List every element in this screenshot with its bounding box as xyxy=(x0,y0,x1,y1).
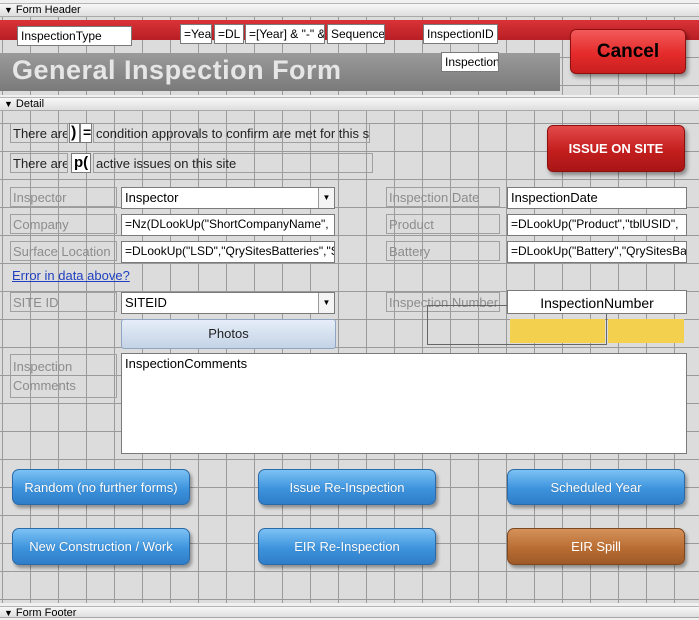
form-header-section-bar[interactable]: ▼ Form Header xyxy=(0,3,699,17)
random-button[interactable]: Random (no further forms) xyxy=(12,469,190,505)
form-header-label: Form Header xyxy=(15,4,81,16)
inspection-date-field[interactable]: InspectionDate xyxy=(507,187,687,209)
status-highlight-left xyxy=(510,319,605,343)
collapse-arrow-icon: ▼ xyxy=(4,5,13,15)
approvals-equals-field[interactable]: = xyxy=(80,123,92,143)
approvals-prefix-label: There are xyxy=(10,123,68,143)
form-footer-section-bar[interactable]: ▼ Form Footer xyxy=(0,606,699,619)
company-field[interactable]: =Nz(DLookUp("ShortCompanyName", xyxy=(121,214,335,236)
eir-spill-button[interactable]: EIR Spill xyxy=(507,528,685,565)
collapse-arrow-icon: ▼ xyxy=(4,99,13,109)
comments-label-line2: Comments xyxy=(13,378,76,393)
product-field[interactable]: =DLookUp("Product","tblUSID", xyxy=(507,214,687,236)
surface-location-label: Surface Location xyxy=(10,241,117,261)
issues-prefix-label: There are xyxy=(10,153,68,173)
error-in-data-link[interactable]: Error in data above? xyxy=(12,268,130,283)
inspection-date-label: Inspection Date xyxy=(386,187,500,207)
status-highlight-right xyxy=(608,319,684,343)
detail-section-bar[interactable]: ▼ Detail xyxy=(0,97,699,111)
inspector-combo[interactable]: Inspector ▼ xyxy=(121,187,335,209)
issue-on-site-button[interactable]: ISSUE ON SITE xyxy=(547,125,685,172)
battery-label: Battery xyxy=(386,241,500,261)
surface-location-field[interactable]: =DLookUp("LSD","QrySitesBatteries","S xyxy=(121,241,335,263)
scheduled-year-button[interactable]: Scheduled Year xyxy=(507,469,685,505)
new-construction-button[interactable]: New Construction / Work xyxy=(12,528,190,565)
siteid-value: SITEID xyxy=(125,295,167,310)
form-footer-label: Form Footer xyxy=(15,607,77,619)
battery-field[interactable]: =DLookUp("Battery","QrySitesBa xyxy=(507,241,687,263)
comments-label-line1: Inspection xyxy=(13,359,73,374)
company-label: Company xyxy=(10,214,117,234)
inspector-label: Inspector xyxy=(10,187,117,207)
collapse-arrow-icon: ▼ xyxy=(4,608,13,618)
siteid-label: SITE ID xyxy=(10,292,117,312)
approvals-count-field[interactable]: ) xyxy=(69,123,80,143)
inspection-id-field[interactable]: InspectionID xyxy=(423,24,498,44)
inspection-comments-field[interactable]: InspectionComments xyxy=(121,353,687,454)
inspection-field[interactable]: Inspection xyxy=(441,52,499,72)
sequence-field[interactable]: Sequence xyxy=(327,24,385,44)
cancel-button[interactable]: Cancel xyxy=(570,29,686,74)
eir-reinspection-button[interactable]: EIR Re-Inspection xyxy=(258,528,436,565)
year-expression-field[interactable]: =Yea xyxy=(180,24,212,44)
inspection-number-field[interactable]: InspectionNumber xyxy=(507,290,687,314)
photos-button[interactable]: Photos xyxy=(121,319,336,349)
dropdown-arrow-icon[interactable]: ▼ xyxy=(318,293,334,313)
issues-count-field[interactable]: p( xyxy=(71,153,91,173)
inspection-type-field[interactable]: InspectionType xyxy=(17,26,132,46)
comments-label: Inspection Comments xyxy=(10,354,117,398)
approvals-suffix-label: condition approvals to confirm are met f… xyxy=(93,123,370,143)
dlookup-expression-field[interactable]: =DL xyxy=(214,24,244,44)
year-concat-expression-field[interactable]: =[Year] & "-" & xyxy=(245,24,325,44)
page-title: General Inspection Form xyxy=(12,55,342,85)
inspector-value: Inspector xyxy=(125,190,179,205)
siteid-combo[interactable]: SITEID ▼ xyxy=(121,292,335,314)
issues-suffix-label: active issues on this site xyxy=(93,153,373,173)
detail-label: Detail xyxy=(15,98,45,110)
issue-reinspection-button[interactable]: Issue Re-Inspection xyxy=(258,469,436,505)
dropdown-arrow-icon[interactable]: ▼ xyxy=(318,188,334,208)
product-label: Product xyxy=(386,214,500,234)
